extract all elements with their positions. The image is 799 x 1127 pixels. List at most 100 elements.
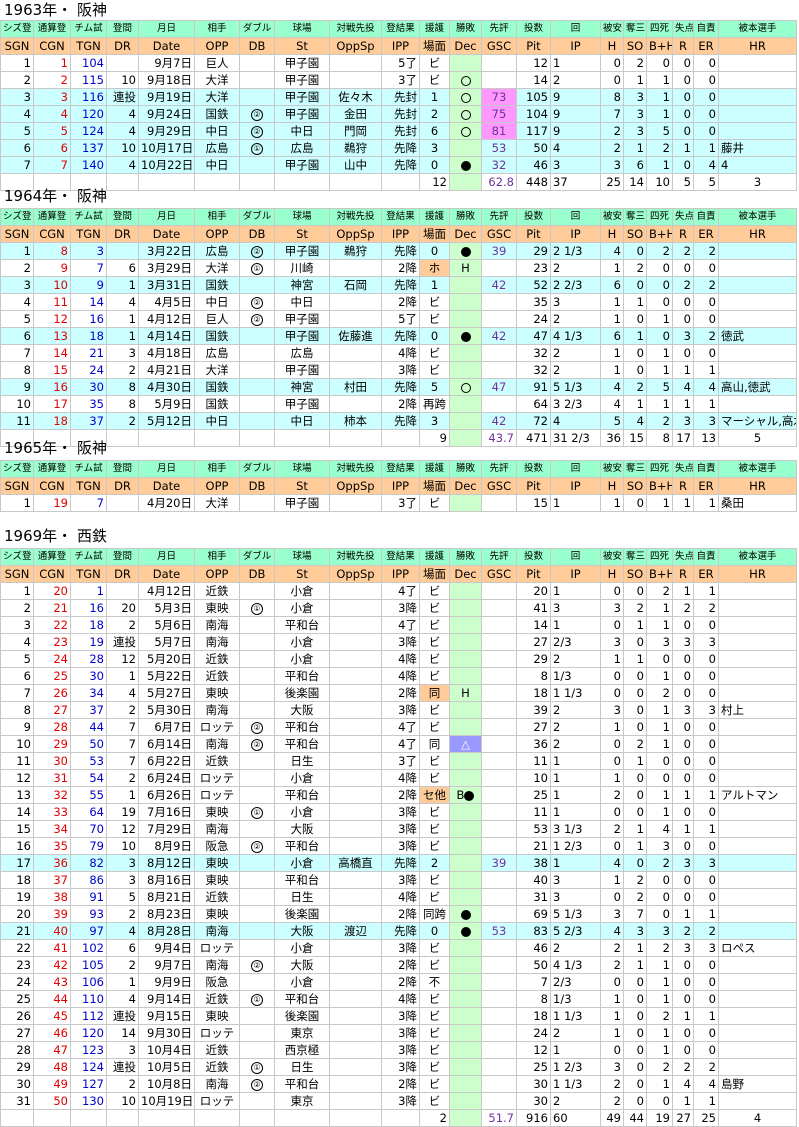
- table-cell: 0: [693, 956, 719, 974]
- table-cell: [329, 310, 382, 328]
- header-cell: Date: [138, 225, 195, 243]
- table-cell: 32: [33, 786, 71, 804]
- table-cell: 0: [693, 973, 719, 991]
- table-cell: 3降: [381, 837, 420, 855]
- table-cell: 102: [70, 939, 107, 957]
- table-cell: [718, 582, 797, 600]
- table-cell: 4: [600, 854, 624, 872]
- table-cell: 44: [70, 718, 107, 736]
- table-cell: 0: [600, 684, 624, 702]
- table-cell: [718, 122, 797, 140]
- table-cell: 1: [646, 956, 673, 974]
- header-cell: 被安: [600, 20, 624, 38]
- table-cell: [481, 344, 517, 362]
- table-cell: 0: [623, 582, 647, 600]
- table-cell: 小倉: [274, 854, 330, 872]
- table-cell: 91: [70, 888, 107, 906]
- table-cell: 10月22日: [138, 156, 195, 174]
- table-cell: 0: [672, 616, 694, 634]
- total-cell: 17: [672, 429, 694, 447]
- total-cell: 9: [419, 429, 450, 447]
- table-cell: 29: [516, 650, 551, 668]
- table-cell: 0: [646, 276, 673, 294]
- win-circle-icon: [460, 126, 471, 137]
- table-cell: [718, 922, 797, 940]
- table-cell: [329, 888, 382, 906]
- table-cell: 2降: [381, 1075, 420, 1093]
- table-cell: [329, 684, 382, 702]
- table-cell: 南海: [194, 701, 240, 719]
- header-row-jp: シズ登 通算登 チム試 登間 月日 相手 ダブル 球場 対戦先投 登結果 援護 勝敗 先評 投数回被安 奪三…: [0, 460, 797, 478]
- table-cell: 1: [106, 327, 139, 345]
- table-cell: ②: [239, 242, 275, 260]
- table-cell: 2: [693, 922, 719, 940]
- table-cell: 1: [550, 769, 601, 787]
- table-row: 7 26 34 4 5月27日 東映 後楽園 2降同 H 18 1 1/3 0 0 2 0 0: [0, 684, 797, 702]
- table-cell: 10月5日: [138, 1058, 195, 1076]
- table-cell: ビ: [419, 718, 450, 736]
- table-cell: 2: [623, 888, 647, 906]
- table-cell: 2: [693, 327, 719, 345]
- empty-cell: [194, 429, 240, 447]
- table-cell: 日生: [274, 1058, 330, 1076]
- table-cell: 0: [672, 293, 694, 311]
- table-cell: [718, 1092, 797, 1110]
- table-cell: 1: [646, 361, 673, 379]
- header-cell: OppSp: [329, 565, 382, 583]
- table-cell: 西京極: [274, 1041, 330, 1059]
- table-cell: 0: [623, 1075, 647, 1093]
- table-cell: 2: [106, 905, 139, 923]
- table-cell: 17: [0, 854, 34, 872]
- table-cell: ①: [239, 803, 275, 821]
- table-cell: [481, 71, 517, 89]
- header-cell: 登結果: [381, 460, 420, 478]
- header-cell: OPP: [194, 225, 240, 243]
- header-cell: 対戦先投: [329, 20, 382, 38]
- table-cell: 10: [516, 769, 551, 787]
- table-cell: 3: [646, 922, 673, 940]
- table-cell: 南海: [194, 922, 240, 940]
- table-cell: 1: [600, 344, 624, 362]
- table-cell: 40: [516, 871, 551, 889]
- header-cell: 四死: [646, 208, 673, 226]
- table-cell: 不: [419, 973, 450, 991]
- table-cell: [329, 1041, 382, 1059]
- table-cell: 112: [70, 1007, 107, 1025]
- table-cell: [449, 956, 482, 974]
- table-cell: 村田: [329, 378, 382, 396]
- table-cell: 3: [33, 88, 71, 106]
- table-cell: [718, 888, 797, 906]
- table-cell: ビ: [419, 956, 450, 974]
- table-cell: 2降: [381, 786, 420, 804]
- table-cell: 0: [623, 242, 647, 260]
- doubleheader-game-badge: ①: [251, 262, 263, 275]
- table-cell: 4月30日: [138, 378, 195, 396]
- table-cell: ロッテ: [194, 939, 240, 957]
- table-cell: 小倉: [274, 582, 330, 600]
- empty-cell: [329, 429, 382, 447]
- table-cell: 30: [0, 1075, 34, 1093]
- table-cell: 24: [33, 650, 71, 668]
- table-cell: [449, 990, 482, 1008]
- table-cell: [481, 888, 517, 906]
- empty-cell: [106, 1109, 139, 1127]
- header-cell: HR: [718, 477, 797, 495]
- table-cell: 中日: [194, 412, 240, 430]
- table-cell: [718, 259, 797, 277]
- table-cell: 30: [70, 378, 107, 396]
- table-cell: 0: [600, 752, 624, 770]
- table-cell: 3: [672, 939, 694, 957]
- header-cell: St: [274, 477, 330, 495]
- table-cell: 18: [70, 616, 107, 634]
- table-cell: [239, 1041, 275, 1059]
- table-cell: 10: [0, 735, 34, 753]
- header-cell: チム試: [70, 460, 107, 478]
- table-cell: [239, 344, 275, 362]
- table-cell: 11: [0, 412, 34, 430]
- table-cell: 25: [33, 667, 71, 685]
- header-cell: ER: [693, 37, 719, 55]
- table-cell: 1: [623, 395, 647, 413]
- table-cell: 7: [623, 905, 647, 923]
- table-cell: 平和台: [274, 871, 330, 889]
- table-row: 12 31 54 2 6月24日 ロッテ 小倉 4降ビ 10 1 1 0 0 0 0: [0, 769, 797, 787]
